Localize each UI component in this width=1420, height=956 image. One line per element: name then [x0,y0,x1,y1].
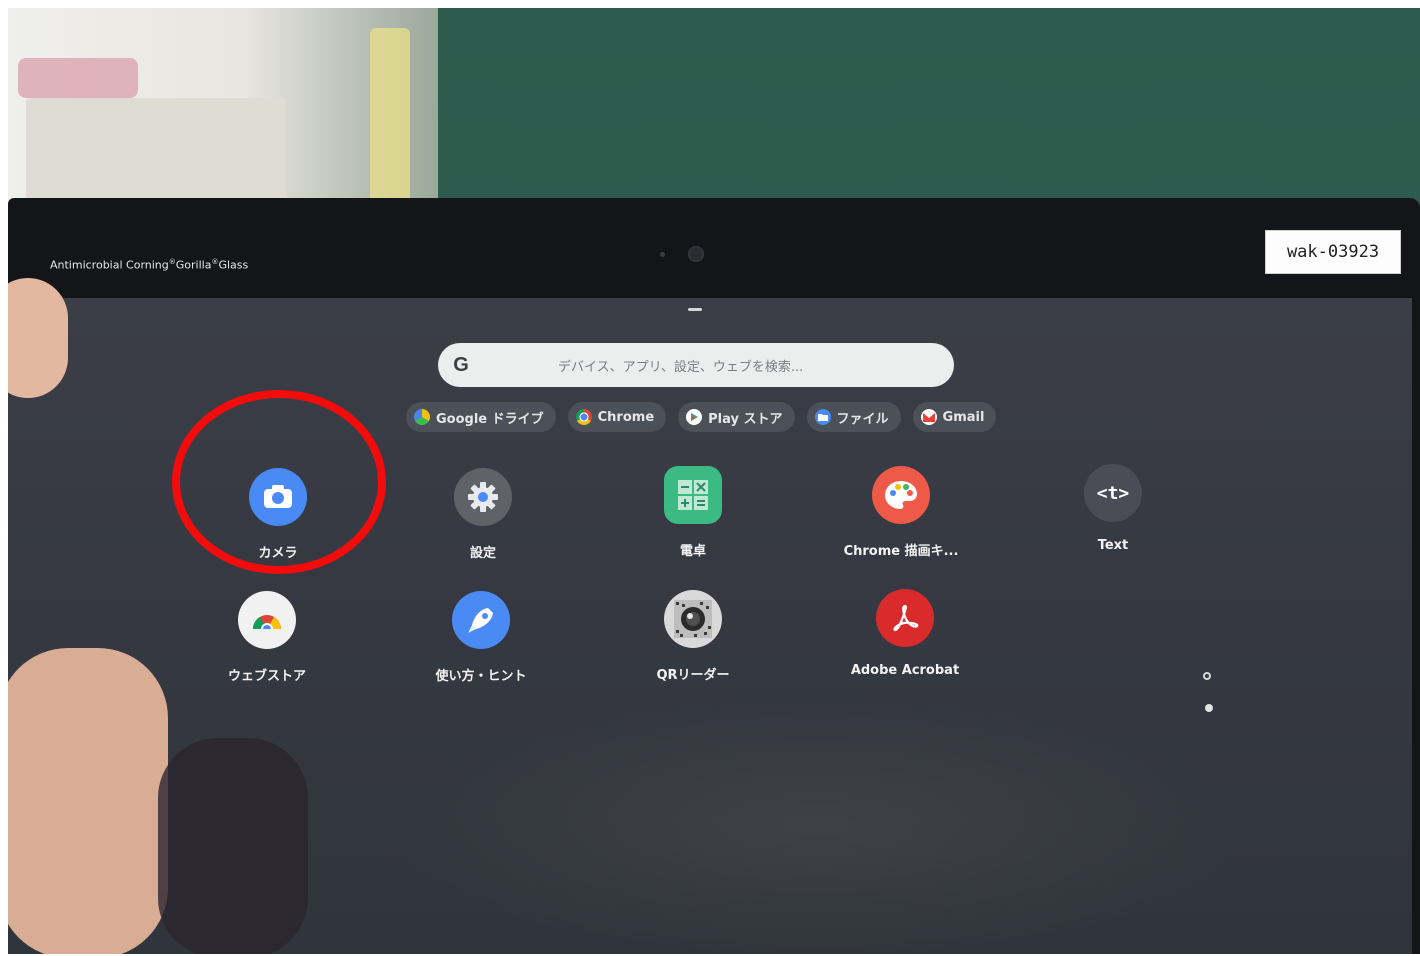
app-settings[interactable]: 設定 [408,468,558,561]
asset-tag-label: wak-03923 [1265,230,1401,274]
launcher-drag-handle[interactable] [688,308,702,311]
brand-gorilla: Gorilla [175,258,212,272]
search-placeholder: デバイス、アプリ、設定、ウェブを検索... [558,359,804,375]
background-yellow-object [370,28,410,208]
app-calculator[interactable]: 電卓 [618,466,768,559]
launcher-search-box[interactable]: G デバイス、アプリ、設定、ウェブを検索... [438,343,954,387]
brand-corning: Antimicrobial Corning [50,258,169,272]
google-drive-icon [414,409,430,425]
app-label: Text [1097,538,1129,553]
suggestion-chip-play-store[interactable]: Play ストア [678,402,795,432]
chrome-canvas-palette-icon [872,466,930,524]
chip-label: Gmail [942,409,985,425]
app-text[interactable]: <t> Text [1038,464,1188,553]
explore-rocket-icon [452,591,510,649]
app-label: QRリーダー [656,668,730,683]
highlight-circle-annotation [172,390,386,574]
app-qr-reader[interactable]: QRリーダー [618,590,768,683]
app-label: 使い方・ヒント [435,669,527,684]
app-label: 電卓 [679,544,706,559]
background-pink-object [18,58,138,98]
app-web-store[interactable]: ウェブストア [192,591,342,684]
app-label: ウェブストア [227,669,306,684]
text-app-glyph: <t> [1096,482,1130,504]
suggestion-chips: Google ドライブ Chrome Play ストア ファイル Gmail [406,402,997,432]
page-indicator-1[interactable] [1203,672,1211,680]
screen-reflection [388,698,1248,954]
chip-label: Google ドライブ [436,411,544,427]
brand-glass: Glass [218,258,249,272]
text-app-icon: <t> [1084,464,1142,522]
settings-gear-icon [454,468,512,526]
gmail-icon [920,409,937,425]
web-store-icon [238,591,296,649]
calculator-icon [664,466,722,524]
suggestion-chip-files[interactable]: ファイル [806,402,901,432]
front-camera-lens [688,246,704,262]
files-icon [814,409,831,425]
suggestion-chip-gmail[interactable]: Gmail [912,402,997,432]
left-hand [8,648,168,954]
background-box [26,98,286,208]
adobe-acrobat-icon [876,589,934,647]
app-adobe-acrobat[interactable]: Adobe Acrobat [830,589,980,678]
registered-mark: ® [168,258,176,266]
hand-shadow [158,738,308,954]
qr-reader-icon [664,590,722,648]
ambient-sensor [660,252,665,257]
app-label: 設定 [469,546,496,561]
chip-label: Play ストア [708,411,783,427]
app-label: Chrome 描画キ... [843,544,959,559]
chip-label: ファイル [836,411,889,427]
suggestion-chip-google-drive[interactable]: Google ドライブ [406,402,556,432]
chrome-icon [575,409,592,425]
left-thumb [8,278,68,398]
bezel-brand-text: Antimicrobial Corning®Gorilla®Glass [50,258,248,272]
suggestion-chip-chrome[interactable]: Chrome [567,402,667,432]
app-label: Adobe Acrobat [850,663,960,678]
page-indicator-2[interactable] [1205,704,1213,712]
google-logo-icon: G [453,353,469,376]
app-explore-tips[interactable]: 使い方・ヒント [406,591,556,684]
chip-label: Chrome [597,409,655,425]
app-chrome-canvas[interactable]: Chrome 描画キ... [826,466,976,559]
play-store-icon [686,409,703,425]
